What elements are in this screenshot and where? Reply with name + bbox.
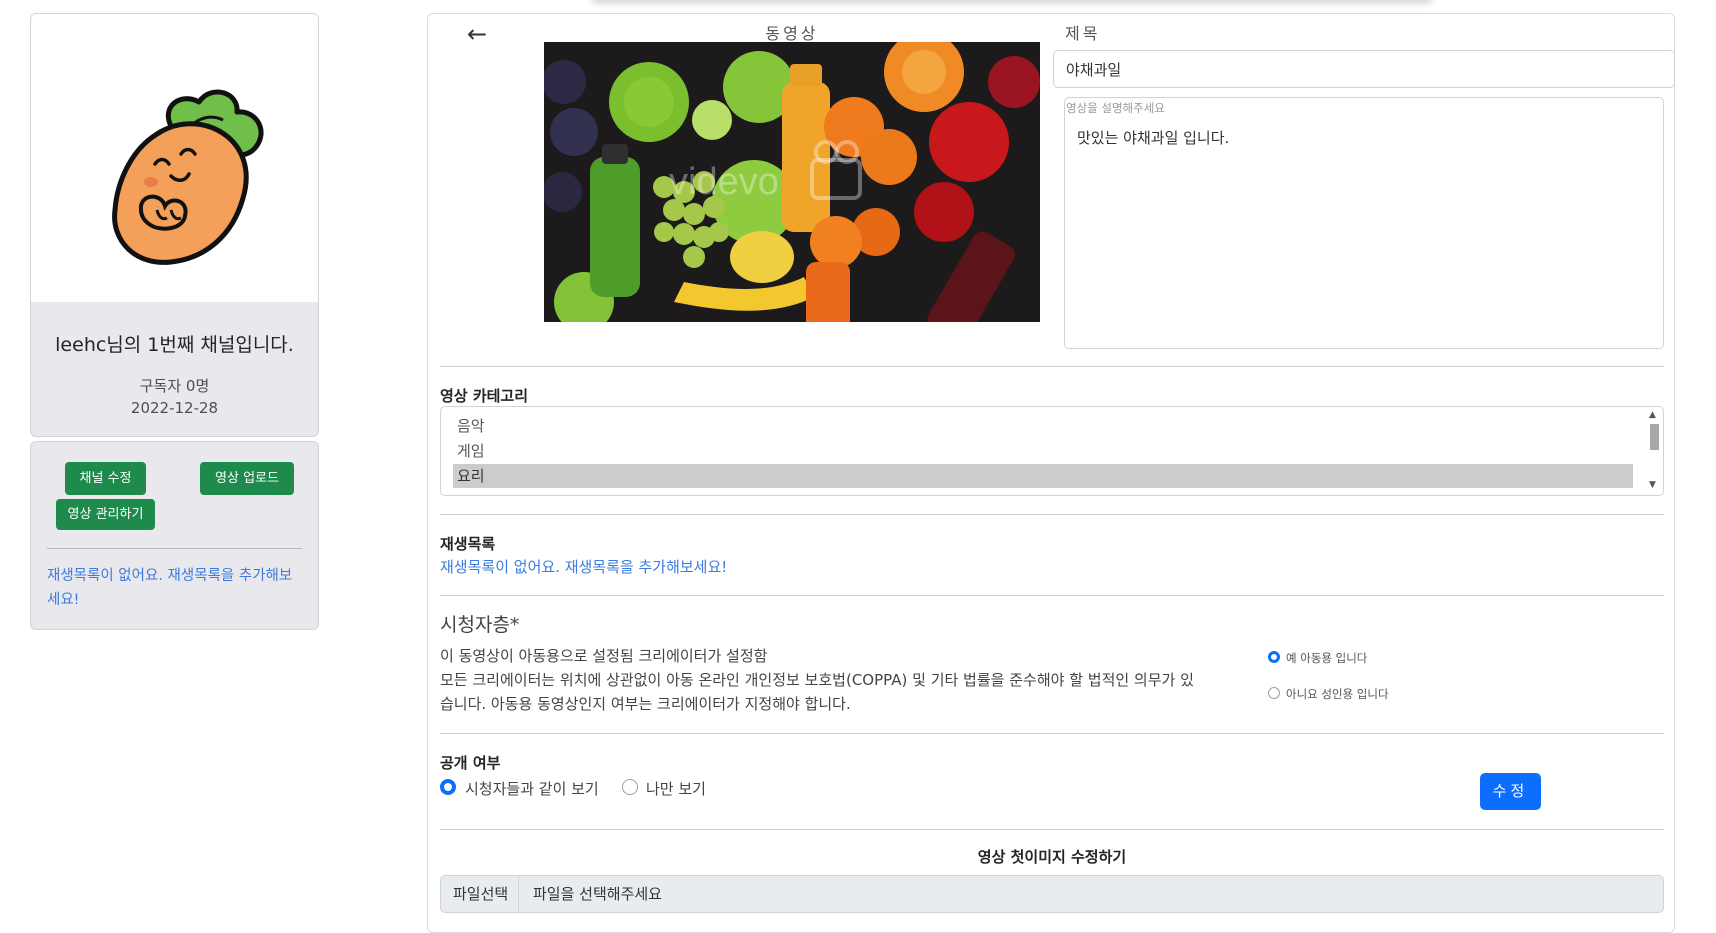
manage-videos-button[interactable]: 영상 관리하기 xyxy=(56,499,155,530)
channel-actions-card: 채널 수정 영상 업로드 영상 관리하기 재생목록이 없어요. 재생목록을 추가… xyxy=(30,441,319,630)
section-divider xyxy=(440,595,1664,596)
channel-avatar xyxy=(31,14,318,302)
audience-yes-radio[interactable] xyxy=(1268,651,1280,663)
title-label: 제목 xyxy=(1065,24,1101,43)
category-option-music[interactable]: 음악 xyxy=(453,414,1633,438)
file-placeholder-text: 파일을 선택해주세요 xyxy=(533,885,662,903)
section-divider xyxy=(440,829,1664,830)
channel-profile-card: leehc님의 1번째 채널입니다. 구독자 0명 2022-12-28 xyxy=(30,13,319,437)
category-label: 영상 카테고리 xyxy=(440,387,529,405)
upload-video-button[interactable]: 영상 업로드 xyxy=(200,462,294,495)
channel-title: leehc님의 1번째 채널입니다. xyxy=(55,334,294,356)
audience-no-label[interactable]: 아니요 성인용 입니다 xyxy=(1286,686,1389,702)
section-divider xyxy=(440,514,1664,515)
visibility-label: 공개 여부 xyxy=(440,754,501,772)
audience-yes-label[interactable]: 예 아동용 입니다 xyxy=(1286,650,1367,666)
visibility-public-radio[interactable] xyxy=(440,779,456,795)
thumbnail-edit-title: 영상 첫이미지 수정하기 xyxy=(977,848,1127,866)
sidebar-divider xyxy=(47,548,302,549)
audience-title: 시청자층* xyxy=(440,614,520,636)
category-scrollbar[interactable]: ▲ ▼ xyxy=(1646,408,1662,494)
subscriber-count: 구독자 0명 xyxy=(139,377,210,395)
audience-info-line-3: 습니다. 아동용 동영상인지 여부는 크리에이터가 지정해야 합니다. xyxy=(440,695,851,713)
category-option-game[interactable]: 게임 xyxy=(453,439,1633,463)
section-divider xyxy=(440,733,1664,734)
thumbnail-file-input[interactable]: 파일선택 파일을 선택해주세요 xyxy=(440,875,1664,913)
section-divider xyxy=(440,366,1664,367)
scrollbar-thumb[interactable] xyxy=(1650,424,1659,450)
fruit-vegetable-image: videvo xyxy=(544,42,1040,322)
arrow-left-icon[interactable]: ← xyxy=(467,20,487,48)
scroll-up-arrow-icon[interactable]: ▲ xyxy=(1649,410,1656,420)
carrot-character-icon xyxy=(112,89,264,265)
category-option-cooking[interactable]: 요리 xyxy=(453,464,1633,488)
add-playlist-link[interactable]: 재생목록이 없어요. 재생목록을 추가해보세요! xyxy=(47,564,302,612)
audience-info-line-1: 이 동영상이 아동용으로 설정됨 크리에이터가 설정함 xyxy=(440,647,768,665)
title-input[interactable] xyxy=(1053,50,1675,88)
playlist-empty-link[interactable]: 재생목록이 없어요. 재생목록을 추가해보세요! xyxy=(440,556,727,577)
svg-text:videvo: videvo xyxy=(669,161,779,203)
choose-file-button[interactable]: 파일선택 xyxy=(441,876,520,912)
description-placeholder: 영상을 설명해주세요 xyxy=(1066,101,1165,115)
audience-no-radio[interactable] xyxy=(1268,687,1280,699)
category-listbox[interactable]: 음악 게임 요리 ▲ ▼ xyxy=(440,406,1664,496)
visibility-private-label[interactable]: 나만 보기 xyxy=(646,778,706,799)
playlist-label: 재생목록 xyxy=(440,535,496,553)
channel-created-date: 2022-12-28 xyxy=(130,399,219,417)
description-textarea[interactable]: 영상을 설명해주세요 맛있는 야채과일 입니다. xyxy=(1064,97,1664,349)
edit-channel-button[interactable]: 채널 수정 xyxy=(65,462,146,495)
submit-edit-button[interactable]: 수정 xyxy=(1480,773,1541,810)
visibility-public-label[interactable]: 시청자들과 같이 보기 xyxy=(465,778,599,799)
description-value: 맛있는 야채과일 입니다. xyxy=(1077,129,1230,147)
video-thumbnail[interactable]: videvo xyxy=(544,42,1040,322)
scroll-down-arrow-icon[interactable]: ▼ xyxy=(1649,480,1656,490)
video-section-label: 동영상 xyxy=(765,24,819,43)
audience-info-line-2: 모든 크리에이터는 위치에 상관없이 아동 온라인 개인정보 보호법(COPPA… xyxy=(440,671,1194,689)
visibility-private-radio[interactable] xyxy=(622,779,638,795)
